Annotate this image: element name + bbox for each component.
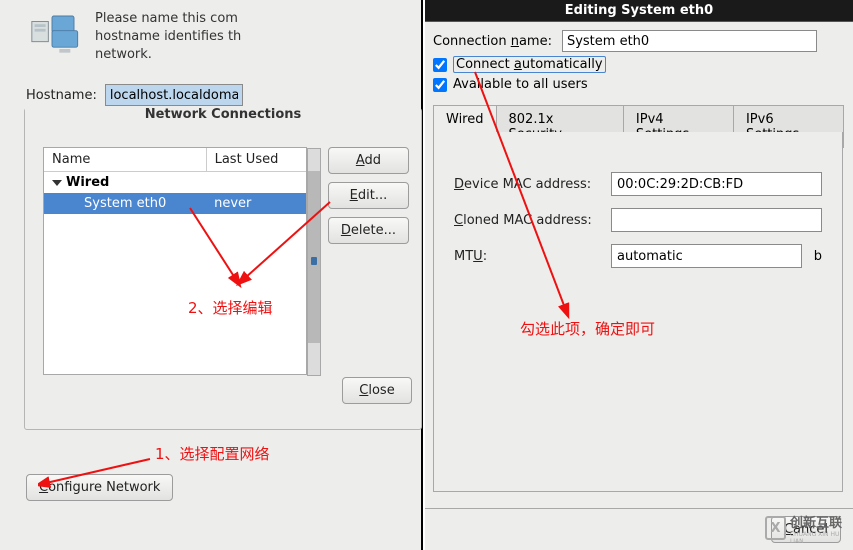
network-connections-title: Network Connections <box>25 107 421 122</box>
device-mac-row: Device MAC address: <box>454 172 822 196</box>
connection-name-row: Connection name: <box>433 30 817 52</box>
intro-block: Please name this com hostname identifies… <box>30 10 265 65</box>
installer-panel: Please name this com hostname identifies… <box>0 0 423 550</box>
scrollbar[interactable] <box>307 148 321 376</box>
scrollbar-thumb[interactable] <box>308 171 320 343</box>
mtu-row: MTU: b <box>454 244 822 268</box>
annotation-1: 1、选择配置网络 <box>155 443 270 464</box>
connect-auto-row: Connect automatically <box>433 56 606 73</box>
edit-button[interactable]: Edit... <box>328 182 409 209</box>
conn-name: System eth0 <box>44 193 206 214</box>
category-wired[interactable]: Wired <box>44 172 306 194</box>
device-mac-input[interactable] <box>611 172 822 196</box>
scrollbar-grip-icon <box>311 257 317 265</box>
cloned-mac-input[interactable] <box>611 208 822 232</box>
hostname-row: Hostname: <box>26 84 243 106</box>
connection-list[interactable]: Name Last Used Wired System eth0 never <box>43 147 307 375</box>
hostname-input[interactable] <box>105 84 243 106</box>
add-button[interactable]: Add <box>328 147 409 174</box>
watermark-logo: X 创新互联 CHUANG XIN HU LIAN <box>765 514 845 542</box>
edit-connection-dialog: Editing System eth0 Connection name: Con… <box>425 0 853 550</box>
logo-mark-icon: X <box>765 516 786 540</box>
edit-label: dit... <box>358 188 387 203</box>
delete-label: elete... <box>351 223 396 238</box>
col-name[interactable]: Name <box>44 148 206 172</box>
delete-button[interactable]: Delete... <box>328 217 409 244</box>
cfg-label: onfigure Network <box>48 480 160 495</box>
chevron-down-icon <box>52 180 62 186</box>
dialog-titlebar: Editing System eth0 <box>425 0 853 22</box>
available-all-row: Available to all users <box>433 77 588 92</box>
connect-auto-label: Connect automatically <box>453 56 606 73</box>
close-button[interactable]: Close <box>342 377 412 404</box>
connection-row[interactable]: System eth0 never <box>44 193 306 214</box>
dialog-bottom-bar: Cancel X 创新互联 CHUANG XIN HU LIAN <box>425 508 853 550</box>
connect-auto-checkbox[interactable] <box>433 58 447 72</box>
logo-sub: CHUANG XIN HU LIAN <box>790 531 845 545</box>
available-all-checkbox[interactable] <box>433 78 447 92</box>
connection-name-label: Connection name: <box>433 34 552 49</box>
configure-network-button[interactable]: Configure Network <box>26 474 173 501</box>
conn-last-used: never <box>206 193 306 214</box>
device-mac-label: Device MAC address: <box>454 177 599 192</box>
tab-wired-body: Device MAC address: Cloned MAC address: … <box>433 132 843 492</box>
hostname-label: Hostname: <box>26 88 97 103</box>
close-wrap: Close <box>24 388 422 432</box>
cloned-mac-row: Cloned MAC address: <box>454 208 822 232</box>
mtu-label: MTU: <box>454 249 599 264</box>
mtu-suffix: b <box>814 249 822 264</box>
side-buttons: Add Edit... Delete... <box>328 147 409 244</box>
category-label: Wired <box>66 175 109 190</box>
cloned-mac-label: Cloned MAC address: <box>454 213 599 228</box>
network-icon <box>30 10 85 55</box>
add-label: dd <box>365 153 382 168</box>
available-all-label: Available to all users <box>453 77 588 92</box>
col-last-used[interactable]: Last Used <box>206 148 306 172</box>
connection-name-input[interactable] <box>562 30 817 52</box>
logo-brand: 创新互联 <box>790 512 845 531</box>
mtu-input[interactable] <box>611 244 802 268</box>
close-label: lose <box>368 383 394 398</box>
intro-text: Please name this com hostname identifies… <box>95 10 265 65</box>
